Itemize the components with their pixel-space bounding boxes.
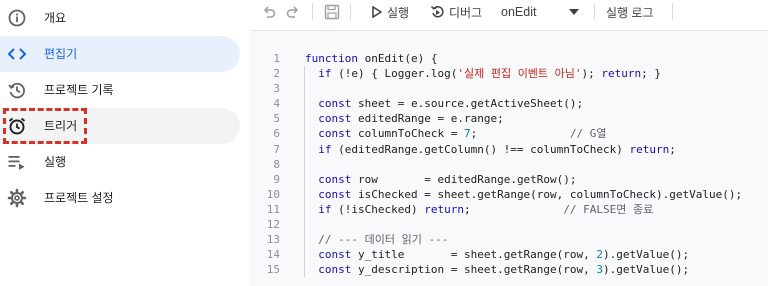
line-number: 1 <box>273 52 280 65</box>
sidebar-item-label: 실행 <box>44 155 67 169</box>
code-line[interactable]: 9 const row = editedRange.getRow(); <box>250 171 768 187</box>
info-icon <box>7 8 27 28</box>
line-number: 5 <box>273 112 280 126</box>
code-line[interactable]: 11 if (!isChecked) return; // FALSE면 종료 <box>250 201 768 218</box>
code-line[interactable]: 8 <box>250 156 768 172</box>
code-line[interactable]: 12 <box>250 217 768 233</box>
save-icon <box>324 4 340 20</box>
save-button[interactable] <box>324 2 340 22</box>
sidebar-item-project-history[interactable]: 프로젝트 기록 <box>0 72 240 108</box>
execution-log-button[interactable]: 실행 로그 <box>606 2 654 22</box>
code-line[interactable]: 2 if (!e) { Logger.log('실제 편집 이벤트 아님'); … <box>250 66 768 82</box>
code-icon <box>7 44 27 64</box>
line-number: 8 <box>273 157 280 171</box>
code-text: function onEdit(e) { <box>305 52 438 65</box>
play-icon <box>372 6 382 18</box>
sidebar-item-label: 프로젝트 설정 <box>44 191 114 205</box>
run-label: 실행 <box>387 5 410 20</box>
code-text: const y_title = sheet.getRange(row, 2).g… <box>318 248 690 262</box>
code-editor[interactable]: 1 function onEdit(e) {2 if (!e) { Logger.… <box>250 30 768 286</box>
chevron-down-icon <box>569 9 579 15</box>
redo-icon <box>286 6 299 18</box>
sidebar-item-triggers[interactable]: 트리거 <box>0 108 240 144</box>
line-number: 10 <box>266 187 280 201</box>
gear-icon <box>7 188 27 208</box>
line-number: 4 <box>273 97 280 111</box>
line-number: 7 <box>273 142 280 156</box>
line-number: 2 <box>273 67 280 81</box>
sidebar-item-editor[interactable]: 편집기 <box>0 36 240 72</box>
code-text: if (!isChecked) return; // FALSE면 종료 <box>318 202 654 216</box>
toolbar-divider <box>350 3 351 20</box>
code-text: const columnToCheck = 7; // G열 <box>318 127 607 141</box>
code-line[interactable]: 6 const columnToCheck = 7; // G열 <box>250 126 768 142</box>
indent-guide <box>304 217 305 233</box>
run-button[interactable]: 실행 <box>372 2 409 22</box>
indent-guide <box>304 156 305 172</box>
debug-icon <box>430 5 444 18</box>
sidebar-item-executions[interactable]: 실행 <box>0 144 240 180</box>
debug-label: 디버그 <box>449 5 483 20</box>
toolbar-divider <box>672 3 673 20</box>
code-text: const isChecked = sheet.getRange(row, co… <box>318 187 743 201</box>
function-select-value: onEdit <box>501 5 537 19</box>
code-line[interactable]: 13 // --- 데이터 읽기 --- <box>250 232 768 248</box>
sidebar: 개요 편집기 프로젝트 기록 트리거 실행 프로젝트 설정 <box>0 0 248 285</box>
code-line[interactable]: 1 function onEdit(e) { <box>250 51 768 66</box>
sidebar-item-label: 트리거 <box>44 119 78 133</box>
code-line[interactable]: 3 <box>250 81 768 97</box>
code-text: const editedRange = e.range; <box>318 112 504 126</box>
code-text: if (editedRange.getColumn() !== columnTo… <box>318 142 676 156</box>
code-text: if (!e) { Logger.log('실제 편집 이벤트 아님'); re… <box>318 67 662 81</box>
code-text: const row = editedRange.getRow(); <box>318 172 577 186</box>
editor-toolbar: 실행 디버그 onEdit 실행 로그 <box>250 0 768 24</box>
sidebar-item-label: 개요 <box>44 11 67 25</box>
sidebar-item-label: 편집기 <box>44 47 78 61</box>
sidebar-item-overview[interactable]: 개요 <box>0 0 240 36</box>
line-number: 12 <box>266 218 280 232</box>
alarm-clock-icon <box>7 116 27 136</box>
function-dropdown-button[interactable] <box>568 2 580 22</box>
line-number: 14 <box>266 248 280 262</box>
undo-icon <box>263 6 276 18</box>
code-line[interactable]: 7 if (editedRange.getColumn() !== column… <box>250 141 768 157</box>
history-icon <box>7 80 27 100</box>
toolbar-divider <box>594 3 595 20</box>
code-text: // --- 데이터 읽기 --- <box>318 233 449 247</box>
line-number: 13 <box>266 233 280 247</box>
indent-guide <box>304 81 305 97</box>
undo-button[interactable] <box>262 2 276 22</box>
code-line[interactable]: 10 const isChecked = sheet.getRange(row,… <box>250 186 768 202</box>
code-line[interactable]: 15 const y_description = sheet.getRange(… <box>250 262 768 278</box>
sidebar-item-project-settings[interactable]: 프로젝트 설정 <box>0 180 240 216</box>
line-number: 6 <box>273 127 280 141</box>
sidebar-item-label: 프로젝트 기록 <box>44 83 114 97</box>
code-line[interactable]: 14 const y_title = sheet.getRange(row, 2… <box>250 247 768 263</box>
toolbar-divider <box>312 3 313 20</box>
redo-button[interactable] <box>286 2 300 22</box>
function-select[interactable]: onEdit <box>501 2 536 22</box>
executions-list-icon <box>7 152 27 172</box>
code-text: const y_description = sheet.getRange(row… <box>318 263 690 277</box>
code-line[interactable]: 4 const sheet = e.source.getActiveSheet(… <box>250 96 768 112</box>
debug-button[interactable]: 디버그 <box>430 2 482 22</box>
line-number: 9 <box>273 172 280 186</box>
code-line[interactable]: 5 const editedRange = e.range; <box>250 111 768 127</box>
line-number: 15 <box>266 263 280 277</box>
code-text: const sheet = e.source.getActiveSheet(); <box>318 97 584 111</box>
code-lines: 1 function onEdit(e) {2 if (!e) { Logger.… <box>250 51 768 278</box>
execution-log-label: 실행 로그 <box>606 5 654 20</box>
line-number: 3 <box>273 82 280 96</box>
line-number: 11 <box>266 202 280 216</box>
